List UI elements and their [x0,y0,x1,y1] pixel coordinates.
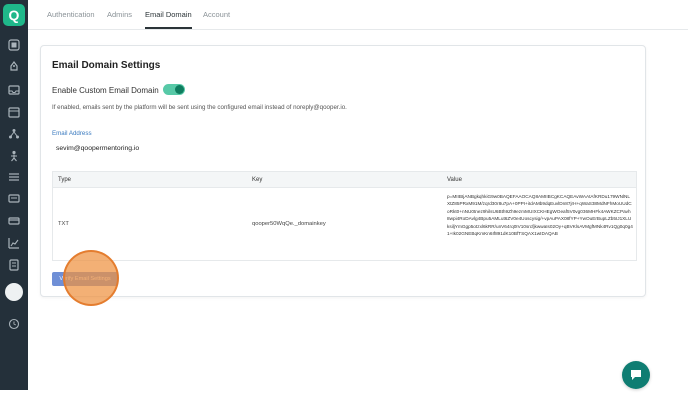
email-address-label: Email Address [52,130,92,137]
inbox-icon[interactable] [6,83,22,97]
message-icon[interactable] [6,192,22,206]
tab-account[interactable]: Account [203,10,230,27]
rocket-icon[interactable] [6,60,22,74]
app-root: Q Authentication Admins Email Domain Acc… [0,0,688,396]
chat-button[interactable] [622,361,650,389]
network-icon[interactable] [6,127,22,141]
tab-admins[interactable]: Admins [107,10,132,27]
email-domain-card: Email Domain Settings Enable Custom Emai… [40,45,646,297]
custom-domain-hint: If enabled, emails sent by the platform … [52,104,347,111]
chat-bubble-icon [631,370,641,380]
dns-records-table: Type Key Value TXT qooper50WqQe._domaink… [52,171,637,261]
dashboard-icon[interactable] [6,38,22,52]
chart-icon[interactable] [6,236,22,250]
card-icon[interactable] [6,214,22,228]
custom-domain-toggle[interactable] [163,84,185,95]
record-key[interactable]: qooper50WqQe._domainkey [252,221,326,227]
record-type: TXT [58,221,69,227]
email-address-field[interactable]: sevim@qoopermentoring.io [56,145,139,152]
user-avatar[interactable] [5,283,23,301]
settings-tabs: Authentication Admins Email Domain Accou… [28,0,688,30]
clock-icon[interactable] [6,317,22,331]
column-header-type: Type [58,177,72,183]
column-header-value: Value [447,177,462,183]
verify-email-settings-button[interactable]: Verify Email Settings [52,272,118,286]
qooper-logo[interactable]: Q [3,4,25,26]
person-icon[interactable] [6,149,22,163]
calendar-icon[interactable] [6,105,22,119]
list-icon[interactable] [6,170,22,184]
document-icon[interactable] [6,258,22,272]
column-header-key: Key [252,177,263,183]
tab-authentication[interactable]: Authentication [47,10,95,27]
sidebar: Q [0,0,28,390]
custom-domain-toggle-label: Enable Custom Email Domain [52,86,159,95]
record-value[interactable]: p=MIIBIjANBgkqhkiG9w0BAQEFAAOCAQ8AMIIBCg… [447,193,633,237]
table-header: Type Key Value [53,172,636,188]
page-title: Email Domain Settings [52,60,161,71]
tab-email-domain[interactable]: Email Domain [145,10,192,29]
toggle-knob [175,85,184,94]
